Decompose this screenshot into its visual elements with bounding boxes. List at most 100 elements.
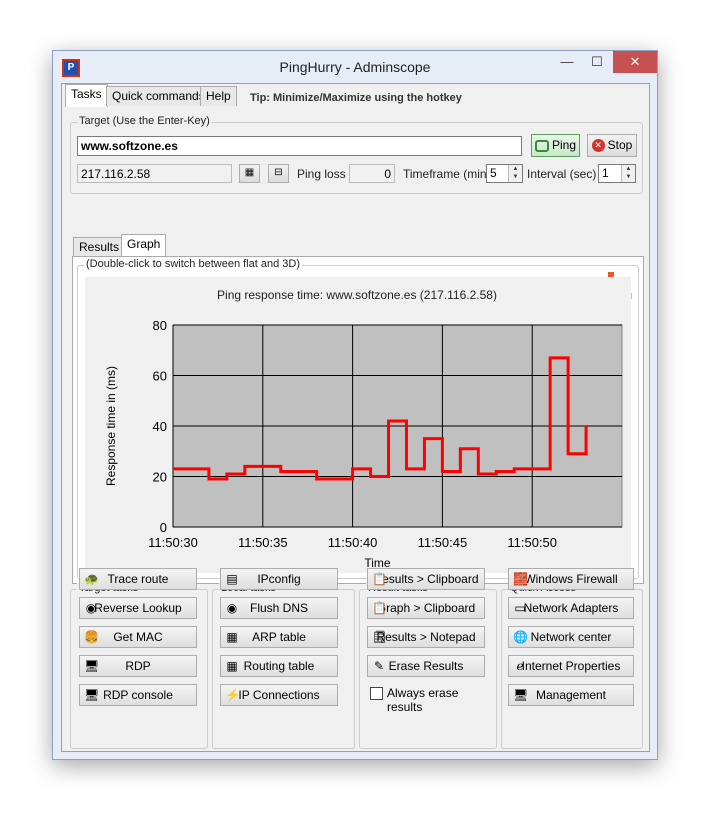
ipconfig-label: IPconfig <box>257 572 301 586</box>
chart-title: Ping response time: www.softzone.es (217… <box>217 288 497 302</box>
graph-clipboard-label: Graph > Clipboard <box>376 601 476 615</box>
x-tick-label: 11:50:35 <box>238 535 288 550</box>
minimize-button[interactable]: — <box>553 51 581 73</box>
terminal-icon: ▤ <box>226 572 238 586</box>
results-clipboard-label: Results > Clipboard <box>373 572 479 586</box>
monitor-icon: 🖥 <box>84 659 100 673</box>
always-erase-checkbox[interactable] <box>370 687 383 700</box>
tab-quick-commands[interactable]: Quick commands <box>106 86 211 106</box>
results-notepad-label: Results > Notepad <box>376 630 476 644</box>
network-center-button[interactable]: 🌐 Network center <box>508 626 634 648</box>
eraser-icon: ✎ <box>373 659 385 673</box>
routing-table-label: Routing table <box>243 659 315 673</box>
network-adapters-button[interactable]: ▭ Network Adapters <box>508 597 634 619</box>
monitor-icon: 🖥 <box>84 688 100 702</box>
interval-value: 1 <box>602 166 609 180</box>
erase-results-button[interactable]: ✎ Erase Results <box>367 655 485 677</box>
globe-icon: 🌐 <box>513 630 528 644</box>
host-input[interactable]: www.softzone.es <box>77 136 522 156</box>
table-icon: ▦ <box>226 630 238 644</box>
firewall-icon: 🧱 <box>513 572 528 586</box>
routing-table-button[interactable]: ▦ Routing table <box>220 655 338 677</box>
arp-table-button[interactable]: ▦ ARP table <box>220 626 338 648</box>
title-bar: P PingHurry - Adminscope — ☐ ✕ <box>53 51 657 83</box>
rdp-console-label: RDP console <box>103 688 173 702</box>
table-icon: ▦ <box>226 659 238 673</box>
network-adapter-icon: ▭ <box>514 601 526 615</box>
get-mac-label: Get MAC <box>113 630 163 644</box>
get-mac-button[interactable]: 🍔 Get MAC <box>79 626 197 648</box>
internet-properties-label: Internet Properties <box>521 659 621 673</box>
reverse-lookup-label: Reverse Lookup <box>94 601 182 615</box>
rdp-console-button[interactable]: 🖥 RDP console <box>79 684 197 706</box>
ping-button[interactable]: Ping <box>531 134 580 157</box>
stop-button[interactable]: ✕ Stop <box>587 134 637 157</box>
always-erase-checkbox-row[interactable]: Always erase results <box>368 684 494 714</box>
erase-results-label: Erase Results <box>388 659 464 673</box>
graph-clipboard-button[interactable]: 📋 Graph > Clipboard <box>367 597 485 619</box>
management-label: Management <box>535 688 607 702</box>
maximize-button[interactable]: ☐ <box>583 51 611 73</box>
interval-stepper[interactable]: 1 ▲ ▼ <box>598 164 636 183</box>
flush-dns-button[interactable]: ◉ Flush DNS <box>220 597 338 619</box>
windows-firewall-label: Windows Firewall <box>524 572 618 586</box>
network-adapters-label: Network Adapters <box>523 601 619 615</box>
trace-route-button[interactable]: 🐢 Trace route <box>79 568 197 590</box>
calculator-icon[interactable]: ▦ <box>239 164 260 183</box>
clipboard-icon: 📋 <box>372 572 387 586</box>
network-center-label: Network center <box>530 630 612 644</box>
x-tick-label: 11:50:40 <box>328 535 378 550</box>
stop-icon: ✕ <box>591 139 605 153</box>
interval-label: Interval (sec) <box>527 167 597 181</box>
y-tick-label: 20 <box>153 470 167 485</box>
tab-results[interactable]: Results <box>73 237 126 257</box>
x-tick-label: 11:50:50 <box>507 535 557 550</box>
ip-connections-button[interactable]: ⚡ IP Connections <box>220 684 338 706</box>
target-group: Target (Use the Enter-Key) www.softzone.… <box>70 115 643 194</box>
y-axis-label: Response time in (ms) <box>104 366 118 486</box>
tab-tasks[interactable]: Tasks <box>65 84 108 107</box>
results-clipboard-button[interactable]: 📋 Results > Clipboard <box>367 568 485 590</box>
timeframe-value: 5 <box>490 166 497 180</box>
arp-table-label: ARP table <box>252 630 306 644</box>
tab-graph[interactable]: Graph <box>121 234 167 257</box>
internet-explorer-icon: ℯ <box>516 659 524 673</box>
y-tick-label: 0 <box>160 520 167 535</box>
dns-icon: ◉ <box>226 601 238 615</box>
timeframe-stepper[interactable]: 5 ▲ ▼ <box>486 164 523 183</box>
spinner-arrows-icon[interactable]: ▲ ▼ <box>508 165 522 182</box>
ipconfig-button[interactable]: ▤ IPconfig <box>220 568 338 590</box>
stop-button-label: Stop <box>607 138 633 152</box>
ping-button-label: Ping <box>551 138 577 152</box>
flush-dns-label: Flush DNS <box>249 601 308 615</box>
trace-route-label: Trace route <box>107 572 169 586</box>
rdp-button[interactable]: 🖥 RDP <box>79 655 197 677</box>
notepad-icon: 🗒 <box>372 630 388 644</box>
clear-loss-icon[interactable]: ⊟ <box>268 164 289 183</box>
dns-icon: ◉ <box>85 601 97 615</box>
connection-icon: ⚡ <box>225 688 240 702</box>
close-button[interactable]: ✕ <box>613 51 657 73</box>
graph-hint: (Double-click to switch between flat and… <box>84 258 302 270</box>
windows-firewall-button[interactable]: 🧱 Windows Firewall <box>508 568 634 590</box>
ping-loss-label: Ping loss <box>297 167 346 181</box>
trace-route-icon: 🐢 <box>84 572 99 586</box>
internet-properties-button[interactable]: ℯ Internet Properties <box>508 655 634 677</box>
client-area: Tasks Quick commands Help Tip: Minimize/… <box>61 83 650 752</box>
tab-help[interactable]: Help <box>200 86 237 106</box>
ip-field: 217.116.2.58 <box>77 164 232 183</box>
reverse-lookup-button[interactable]: ◉ Reverse Lookup <box>79 597 197 619</box>
ping-loss-value: 0 <box>349 164 395 183</box>
hamburger-icon: 🍔 <box>84 630 99 644</box>
management-icon: 🖥 <box>513 688 529 702</box>
ping-chart: Ping response time: www.softzone.es (217… <box>85 277 631 573</box>
x-tick-label: 11:50:45 <box>418 535 468 550</box>
spinner-arrows-icon[interactable]: ▲ ▼ <box>621 165 635 182</box>
y-tick-label: 60 <box>153 369 167 384</box>
graph-frame: (Double-click to switch between flat and… <box>77 258 639 579</box>
graph-panel: (Double-click to switch between flat and… <box>72 256 644 584</box>
results-notepad-button[interactable]: 🗒 Results > Notepad <box>367 626 485 648</box>
timeframe-label: Timeframe (min) <box>403 167 491 181</box>
app-window: P PingHurry - Adminscope — ☐ ✕ Tasks Qui… <box>52 50 658 760</box>
management-button[interactable]: 🖥 Management <box>508 684 634 706</box>
